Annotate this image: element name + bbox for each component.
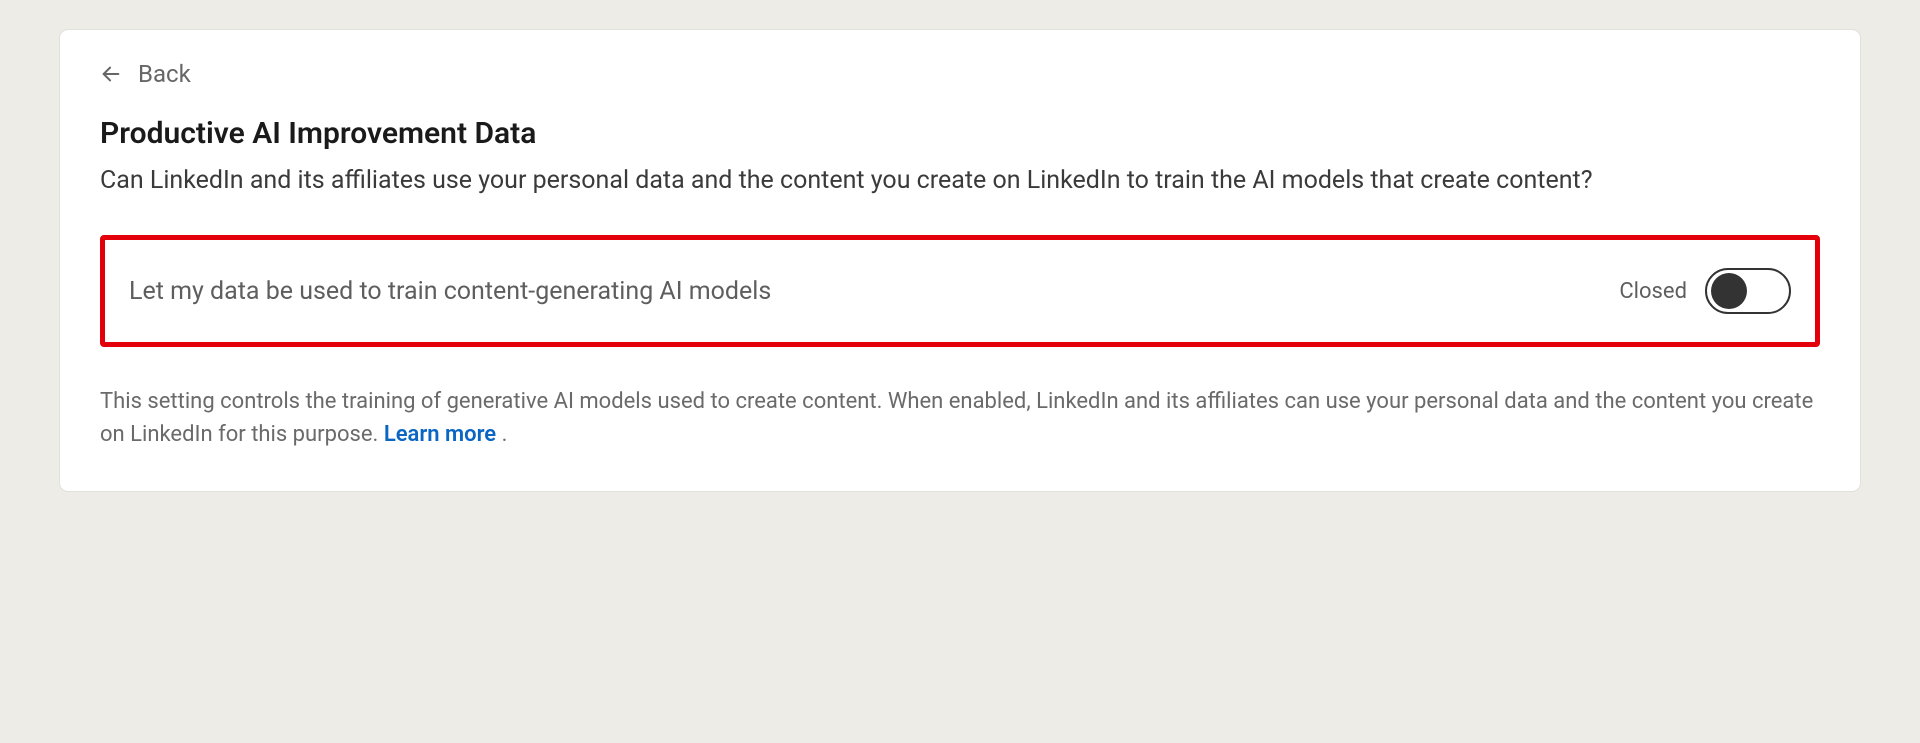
arrow-left-icon [100, 63, 122, 85]
toggle-control-group: Closed [1619, 268, 1791, 314]
page-title: Productive AI Improvement Data [100, 116, 1820, 151]
back-button[interactable]: Back [100, 60, 1820, 88]
toggle-section-highlight: Let my data be used to train content-gen… [100, 235, 1820, 347]
learn-more-link[interactable]: Learn more [384, 422, 496, 447]
toggle-label: Let my data be used to train content-gen… [129, 277, 771, 306]
settings-card: Back Productive AI Improvement Data Can … [60, 30, 1860, 491]
toggle-state-text: Closed [1619, 279, 1687, 304]
toggle-switch[interactable] [1705, 268, 1791, 314]
toggle-switch-knob [1711, 273, 1747, 309]
help-text-period: . [496, 422, 507, 447]
back-label: Back [138, 60, 191, 88]
page-subtitle: Can LinkedIn and its affiliates use your… [100, 163, 1820, 199]
help-text-body: This setting controls the training of ge… [100, 389, 1813, 447]
help-text: This setting controls the training of ge… [100, 385, 1820, 451]
